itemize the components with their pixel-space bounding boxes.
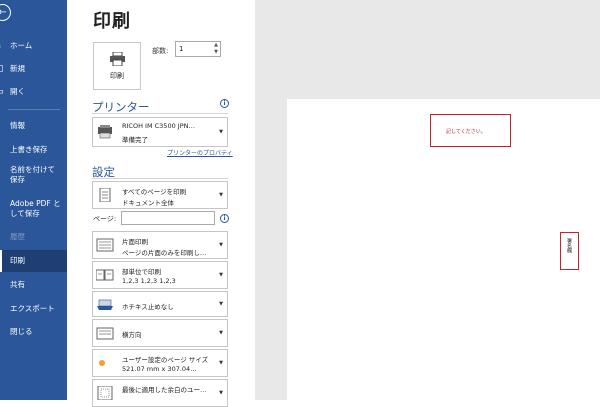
page-size-desc: 521.07 mm x 307.04… <box>122 365 197 373</box>
nav-item-share[interactable]: 共有 <box>0 274 67 296</box>
nav-item-save[interactable]: 上書き保存 <box>0 139 67 161</box>
one-sided-icon <box>96 238 114 252</box>
nav-item-label: エクスポート <box>10 304 55 313</box>
orientation-value: 横方向 <box>122 331 142 339</box>
info-icon[interactable]: i <box>220 99 229 108</box>
copies-label: 部数: <box>152 47 169 55</box>
print-button[interactable]: 印刷 <box>93 42 141 90</box>
printer-dropdown[interactable]: RICOH IM C3500 JPN… 準備完了 ▼ <box>92 117 228 147</box>
page-size-value: ユーザー設定のページ サイズ <box>122 356 209 364</box>
orientation-icon <box>96 327 114 340</box>
chevron-down-icon: ▼ <box>219 192 223 198</box>
nav-item-close[interactable]: 閉じる <box>0 321 67 343</box>
chevron-down-icon: ▼ <box>219 242 223 248</box>
home-icon: ⌂ <box>0 35 1 57</box>
chevron-down-icon: ▼ <box>219 301 223 307</box>
printer-icon <box>110 52 125 66</box>
print-preview-area <box>255 0 600 400</box>
nav-item-home[interactable]: ⌂ ホーム <box>0 35 67 57</box>
nav-item-label: 履歴 <box>10 232 25 241</box>
nav-item-label: ホーム <box>10 41 33 50</box>
sides-desc: ページの片面のみを印刷し… <box>122 249 207 257</box>
print-range-desc: ドキュメント全体 <box>122 199 174 207</box>
nav-item-label: 情報 <box>10 121 25 130</box>
collation-value: 部単位で印刷 <box>122 268 161 276</box>
chevron-down-icon: ▼ <box>219 272 223 278</box>
nav-item-label: 共有 <box>10 280 25 289</box>
nav-item-save-as-pdf[interactable]: Adobe PDF として保存 <box>0 198 67 220</box>
printer-status: 準備完了 <box>122 136 148 144</box>
copies-input[interactable]: 1 ▲ ▼ <box>175 41 221 57</box>
new-icon: ▢ <box>0 58 4 80</box>
preview-signature-text: 署名欄 <box>566 238 572 253</box>
collation-dropdown[interactable]: 部単位で印刷 1,2,3 1,2,3 1,2,3 ▼ <box>92 261 228 289</box>
nav-item-export[interactable]: エクスポート <box>0 298 67 320</box>
nav-item-label: 上書き保存 <box>10 145 48 154</box>
back-arrow-icon[interactable]: ← <box>0 4 11 21</box>
chevron-down-icon: ▼ <box>219 360 223 366</box>
nav-item-label: 開く <box>10 87 25 96</box>
section-divider <box>92 178 228 179</box>
nav-item-label: 名前を付けて保存 <box>10 165 55 184</box>
pages-label: ページ: <box>93 215 117 223</box>
pages-input[interactable] <box>121 211 215 225</box>
chevron-down-icon: ▼ <box>219 129 223 135</box>
page-size-dropdown[interactable]: ユーザー設定のページ サイズ 521.07 mm x 307.04… ▼ <box>92 349 228 377</box>
page-size-icon <box>99 360 105 366</box>
nav-item-new[interactable]: ▢ 新規 <box>0 58 67 80</box>
staple-icon <box>97 299 113 310</box>
collation-desc: 1,2,3 1,2,3 1,2,3 <box>122 277 176 285</box>
spinner-arrows-icon[interactable]: ▲ ▼ <box>214 42 218 56</box>
nav-item-info[interactable]: 情報 <box>0 115 67 137</box>
print-button-label: 印刷 <box>110 72 124 80</box>
backstage-nav: ← ⌂ ホーム ▢ 新規 ▭ 開く 情報 上書き保存 名前を付けて保存 Adob… <box>0 0 67 400</box>
sides-value: 片面印刷 <box>122 238 148 246</box>
nav-item-history: 履歴 <box>0 226 67 248</box>
print-range-value: すべてのページを印刷 <box>122 188 187 196</box>
section-divider <box>92 113 228 114</box>
page-title: 印刷 <box>93 11 131 32</box>
pages-icon <box>99 188 111 202</box>
open-icon: ▭ <box>0 81 4 103</box>
nav-divider <box>8 109 60 110</box>
sides-dropdown[interactable]: 片面印刷 ページの片面のみを印刷し… ▼ <box>92 231 228 259</box>
staple-value: ホチキス止めなし <box>122 303 174 311</box>
preview-text: 記してください。 <box>446 129 486 135</box>
margins-value: 最後に適用した余白のユー… <box>122 386 207 394</box>
copies-value: 1 <box>179 45 184 53</box>
margins-icon <box>97 386 113 400</box>
chevron-down-icon: ▼ <box>219 390 223 396</box>
nav-item-open[interactable]: ▭ 開く <box>0 81 67 103</box>
print-settings-panel: 印刷 印刷 部数: 1 ▲ ▼ プリンター i RICOH IM C3500 JP… <box>67 0 255 407</box>
info-icon[interactable]: i <box>220 214 229 223</box>
print-range-dropdown[interactable]: すべてのページを印刷 ドキュメント全体 ▼ <box>92 181 228 209</box>
nav-item-label: 閉じる <box>10 327 33 336</box>
chevron-down-icon: ▼ <box>219 330 223 336</box>
nav-item-label: 印刷 <box>10 256 25 265</box>
printer-name: RICOH IM C3500 JPN… <box>122 122 195 130</box>
margins-dropdown[interactable]: 最後に適用した余白のユー… ▼ <box>92 379 228 407</box>
nav-item-label: 新規 <box>10 64 25 73</box>
nav-item-save-as[interactable]: 名前を付けて保存 <box>0 164 67 186</box>
printer-properties-link[interactable]: プリンターのプロパティ <box>167 148 233 157</box>
orientation-dropdown[interactable]: 横方向 ▼ <box>92 319 228 347</box>
staple-dropdown[interactable]: ホチキス止めなし ▼ <box>92 291 228 317</box>
printer-device-icon <box>98 125 112 139</box>
collate-icon <box>96 269 114 281</box>
nav-item-print[interactable]: 印刷 <box>0 250 67 272</box>
nav-item-label: Adobe PDF として保存 <box>10 199 61 218</box>
